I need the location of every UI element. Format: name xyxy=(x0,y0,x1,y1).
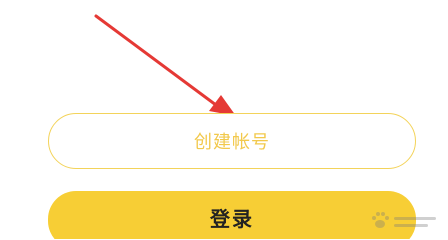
login-button[interactable]: 登录 xyxy=(48,191,416,239)
create-account-button-label: 创建帐号 xyxy=(194,132,270,153)
baidu-paw-watermark-icon xyxy=(372,212,436,228)
screen: 创建帐号 登录 xyxy=(0,0,448,239)
create-account-button[interactable]: 创建帐号 xyxy=(48,113,416,169)
login-button-label: 登录 xyxy=(210,206,254,231)
